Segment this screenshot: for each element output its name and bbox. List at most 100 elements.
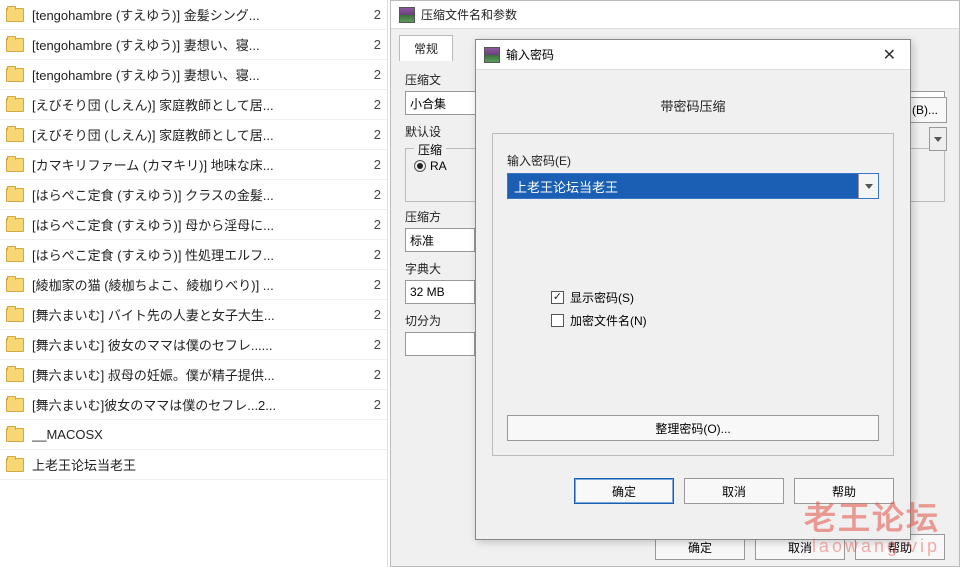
- chevron-down-icon: [934, 137, 942, 142]
- dict-value: 32 MB: [410, 285, 445, 299]
- file-col2: 2: [363, 157, 381, 172]
- file-col2: 2: [363, 187, 381, 202]
- password-input-label: 输入密码(E): [507, 152, 879, 169]
- winrar-icon: [484, 47, 500, 63]
- file-col2: 2: [363, 127, 381, 142]
- folder-icon: [6, 98, 24, 112]
- file-row[interactable]: [はらぺこ定食 (すえゆう)] 性処理エルフ...2: [0, 240, 387, 270]
- file-row[interactable]: [舞六まいむ]彼女のママは僕のセフレ...2...2: [0, 390, 387, 420]
- method-combo[interactable]: 标准: [405, 228, 475, 252]
- file-col2: 2: [363, 217, 381, 232]
- file-name: [はらぺこ定食 (すえゆう)] 性処理エルフ...: [32, 245, 363, 264]
- archive-name-value: 小合集: [410, 95, 446, 112]
- encrypt-names-label: 加密文件名(N): [570, 312, 647, 329]
- archive-name-dropdown[interactable]: [929, 127, 947, 151]
- folder-icon: [6, 38, 24, 52]
- password-footer: 确定 取消 帮助: [476, 468, 910, 514]
- password-dropdown-button[interactable]: [858, 174, 878, 198]
- file-col2: 2: [363, 367, 381, 382]
- tab-general[interactable]: 常规: [399, 35, 453, 61]
- password-titlebar[interactable]: 输入密码 ✕: [476, 40, 910, 70]
- file-col2: 2: [363, 397, 381, 412]
- folder-icon: [6, 278, 24, 292]
- file-name: [綾枷家の猫 (綾枷ちよこ、綾枷りべり)] ...: [32, 275, 363, 294]
- archive-titlebar[interactable]: 压缩文件名和参数: [391, 1, 959, 29]
- folder-icon: [6, 128, 24, 142]
- file-row[interactable]: 上老王论坛当老王: [0, 450, 387, 480]
- folder-icon: [6, 428, 24, 442]
- file-name: [舞六まいむ] バイト先の人妻と女子大生...: [32, 305, 363, 324]
- folder-icon: [6, 308, 24, 322]
- chevron-down-icon: [865, 184, 873, 189]
- password-section-title: 带密码压缩: [492, 82, 894, 133]
- folder-icon: [6, 188, 24, 202]
- file-col2: 2: [363, 307, 381, 322]
- folder-icon: [6, 218, 24, 232]
- file-name: [はらぺこ定食 (すえゆう)] クラスの金髪...: [32, 185, 363, 204]
- file-name: [tengohambre (すえゆう)] 妻想い、寝...: [32, 35, 363, 54]
- method-value: 标准: [410, 232, 434, 249]
- file-row[interactable]: [はらぺこ定食 (すえゆう)] 母から淫母に...2: [0, 210, 387, 240]
- checkbox-icon: [551, 291, 564, 304]
- organize-passwords-button[interactable]: 整理密码(O)...: [507, 415, 879, 441]
- file-col2: 2: [363, 37, 381, 52]
- password-input[interactable]: 上老王论坛当老王: [508, 174, 858, 198]
- show-password-row[interactable]: 显示密码(S): [507, 289, 879, 306]
- file-col2: 2: [363, 247, 381, 262]
- split-combo[interactable]: [405, 332, 475, 356]
- file-name: [カマキリファーム (カマキリ)] 地味な床...: [32, 155, 363, 174]
- file-row[interactable]: [えびそり団 (しえん)] 家庭教師として居...2: [0, 90, 387, 120]
- password-body: 带密码压缩 输入密码(E) 上老王论坛当老王 显示密码(S) 加密文件名(N) …: [476, 70, 910, 468]
- group-format-title: 压缩: [414, 141, 446, 158]
- password-help-button[interactable]: 帮助: [794, 478, 894, 504]
- radio-rar-label: RA: [430, 159, 447, 173]
- archive-title: 压缩文件名和参数: [421, 6, 517, 23]
- password-combo[interactable]: 上老王论坛当老王: [507, 173, 879, 199]
- folder-icon: [6, 368, 24, 382]
- file-col2: 2: [363, 67, 381, 82]
- file-row[interactable]: [舞六まいむ] 叔母の妊娠。僕が精子提供...2: [0, 360, 387, 390]
- file-row[interactable]: [えびそり団 (しえん)] 家庭教師として居...2: [0, 120, 387, 150]
- winrar-icon: [399, 7, 415, 23]
- file-list: [tengohambre (すえゆう)] 金髪シング...2[tengohamb…: [0, 0, 388, 567]
- file-name: [えびそり団 (しえん)] 家庭教師として居...: [32, 95, 363, 114]
- file-col2: 2: [363, 277, 381, 292]
- file-name: 上老王论坛当老王: [32, 455, 363, 474]
- folder-icon: [6, 158, 24, 172]
- checkbox-icon: [551, 314, 564, 327]
- password-cancel-button[interactable]: 取消: [684, 478, 784, 504]
- close-icon[interactable]: ✕: [877, 45, 902, 65]
- file-row[interactable]: [tengohambre (すえゆう)] 妻想い、寝...2: [0, 30, 387, 60]
- radio-dot-icon: [414, 160, 426, 172]
- folder-icon: [6, 458, 24, 472]
- file-name: __MACOSX: [32, 427, 363, 442]
- file-col2: 2: [363, 337, 381, 352]
- password-dialog: 输入密码 ✕ 带密码压缩 输入密码(E) 上老王论坛当老王 显示密码(S) 加密…: [475, 39, 911, 540]
- file-row[interactable]: [tengohambre (すえゆう)] 金髪シング...2: [0, 0, 387, 30]
- file-row[interactable]: [tengohambre (すえゆう)] 妻想い、寝...2: [0, 60, 387, 90]
- password-title: 输入密码: [506, 46, 554, 63]
- file-row[interactable]: [舞六まいむ] 彼女のママは僕のセフレ......2: [0, 330, 387, 360]
- file-row[interactable]: [はらぺこ定食 (すえゆう)] クラスの金髪...2: [0, 180, 387, 210]
- encrypt-names-row[interactable]: 加密文件名(N): [507, 312, 879, 329]
- show-password-label: 显示密码(S): [570, 289, 634, 306]
- file-name: [tengohambre (すえゆう)] 妻想い、寝...: [32, 65, 363, 84]
- folder-icon: [6, 8, 24, 22]
- file-name: [舞六まいむ] 彼女のママは僕のセフレ......: [32, 335, 363, 354]
- file-row[interactable]: [綾枷家の猫 (綾枷ちよこ、綾枷りべり)] ...2: [0, 270, 387, 300]
- file-row[interactable]: [舞六まいむ] バイト先の人妻と女子大生...2: [0, 300, 387, 330]
- file-col2: 2: [363, 7, 381, 22]
- file-row[interactable]: __MACOSX: [0, 420, 387, 450]
- folder-icon: [6, 248, 24, 262]
- password-ok-button[interactable]: 确定: [574, 478, 674, 504]
- folder-icon: [6, 68, 24, 82]
- file-name: [舞六まいむ] 叔母の妊娠。僕が精子提供...: [32, 365, 363, 384]
- file-name: [はらぺこ定食 (すえゆう)] 母から淫母に...: [32, 215, 363, 234]
- folder-icon: [6, 338, 24, 352]
- file-row[interactable]: [カマキリファーム (カマキリ)] 地味な床...2: [0, 150, 387, 180]
- dict-combo[interactable]: 32 MB: [405, 280, 475, 304]
- file-name: [tengohambre (すえゆう)] 金髪シング...: [32, 5, 363, 24]
- folder-icon: [6, 398, 24, 412]
- file-name: [舞六まいむ]彼女のママは僕のセフレ...2...: [32, 395, 363, 414]
- file-col2: 2: [363, 97, 381, 112]
